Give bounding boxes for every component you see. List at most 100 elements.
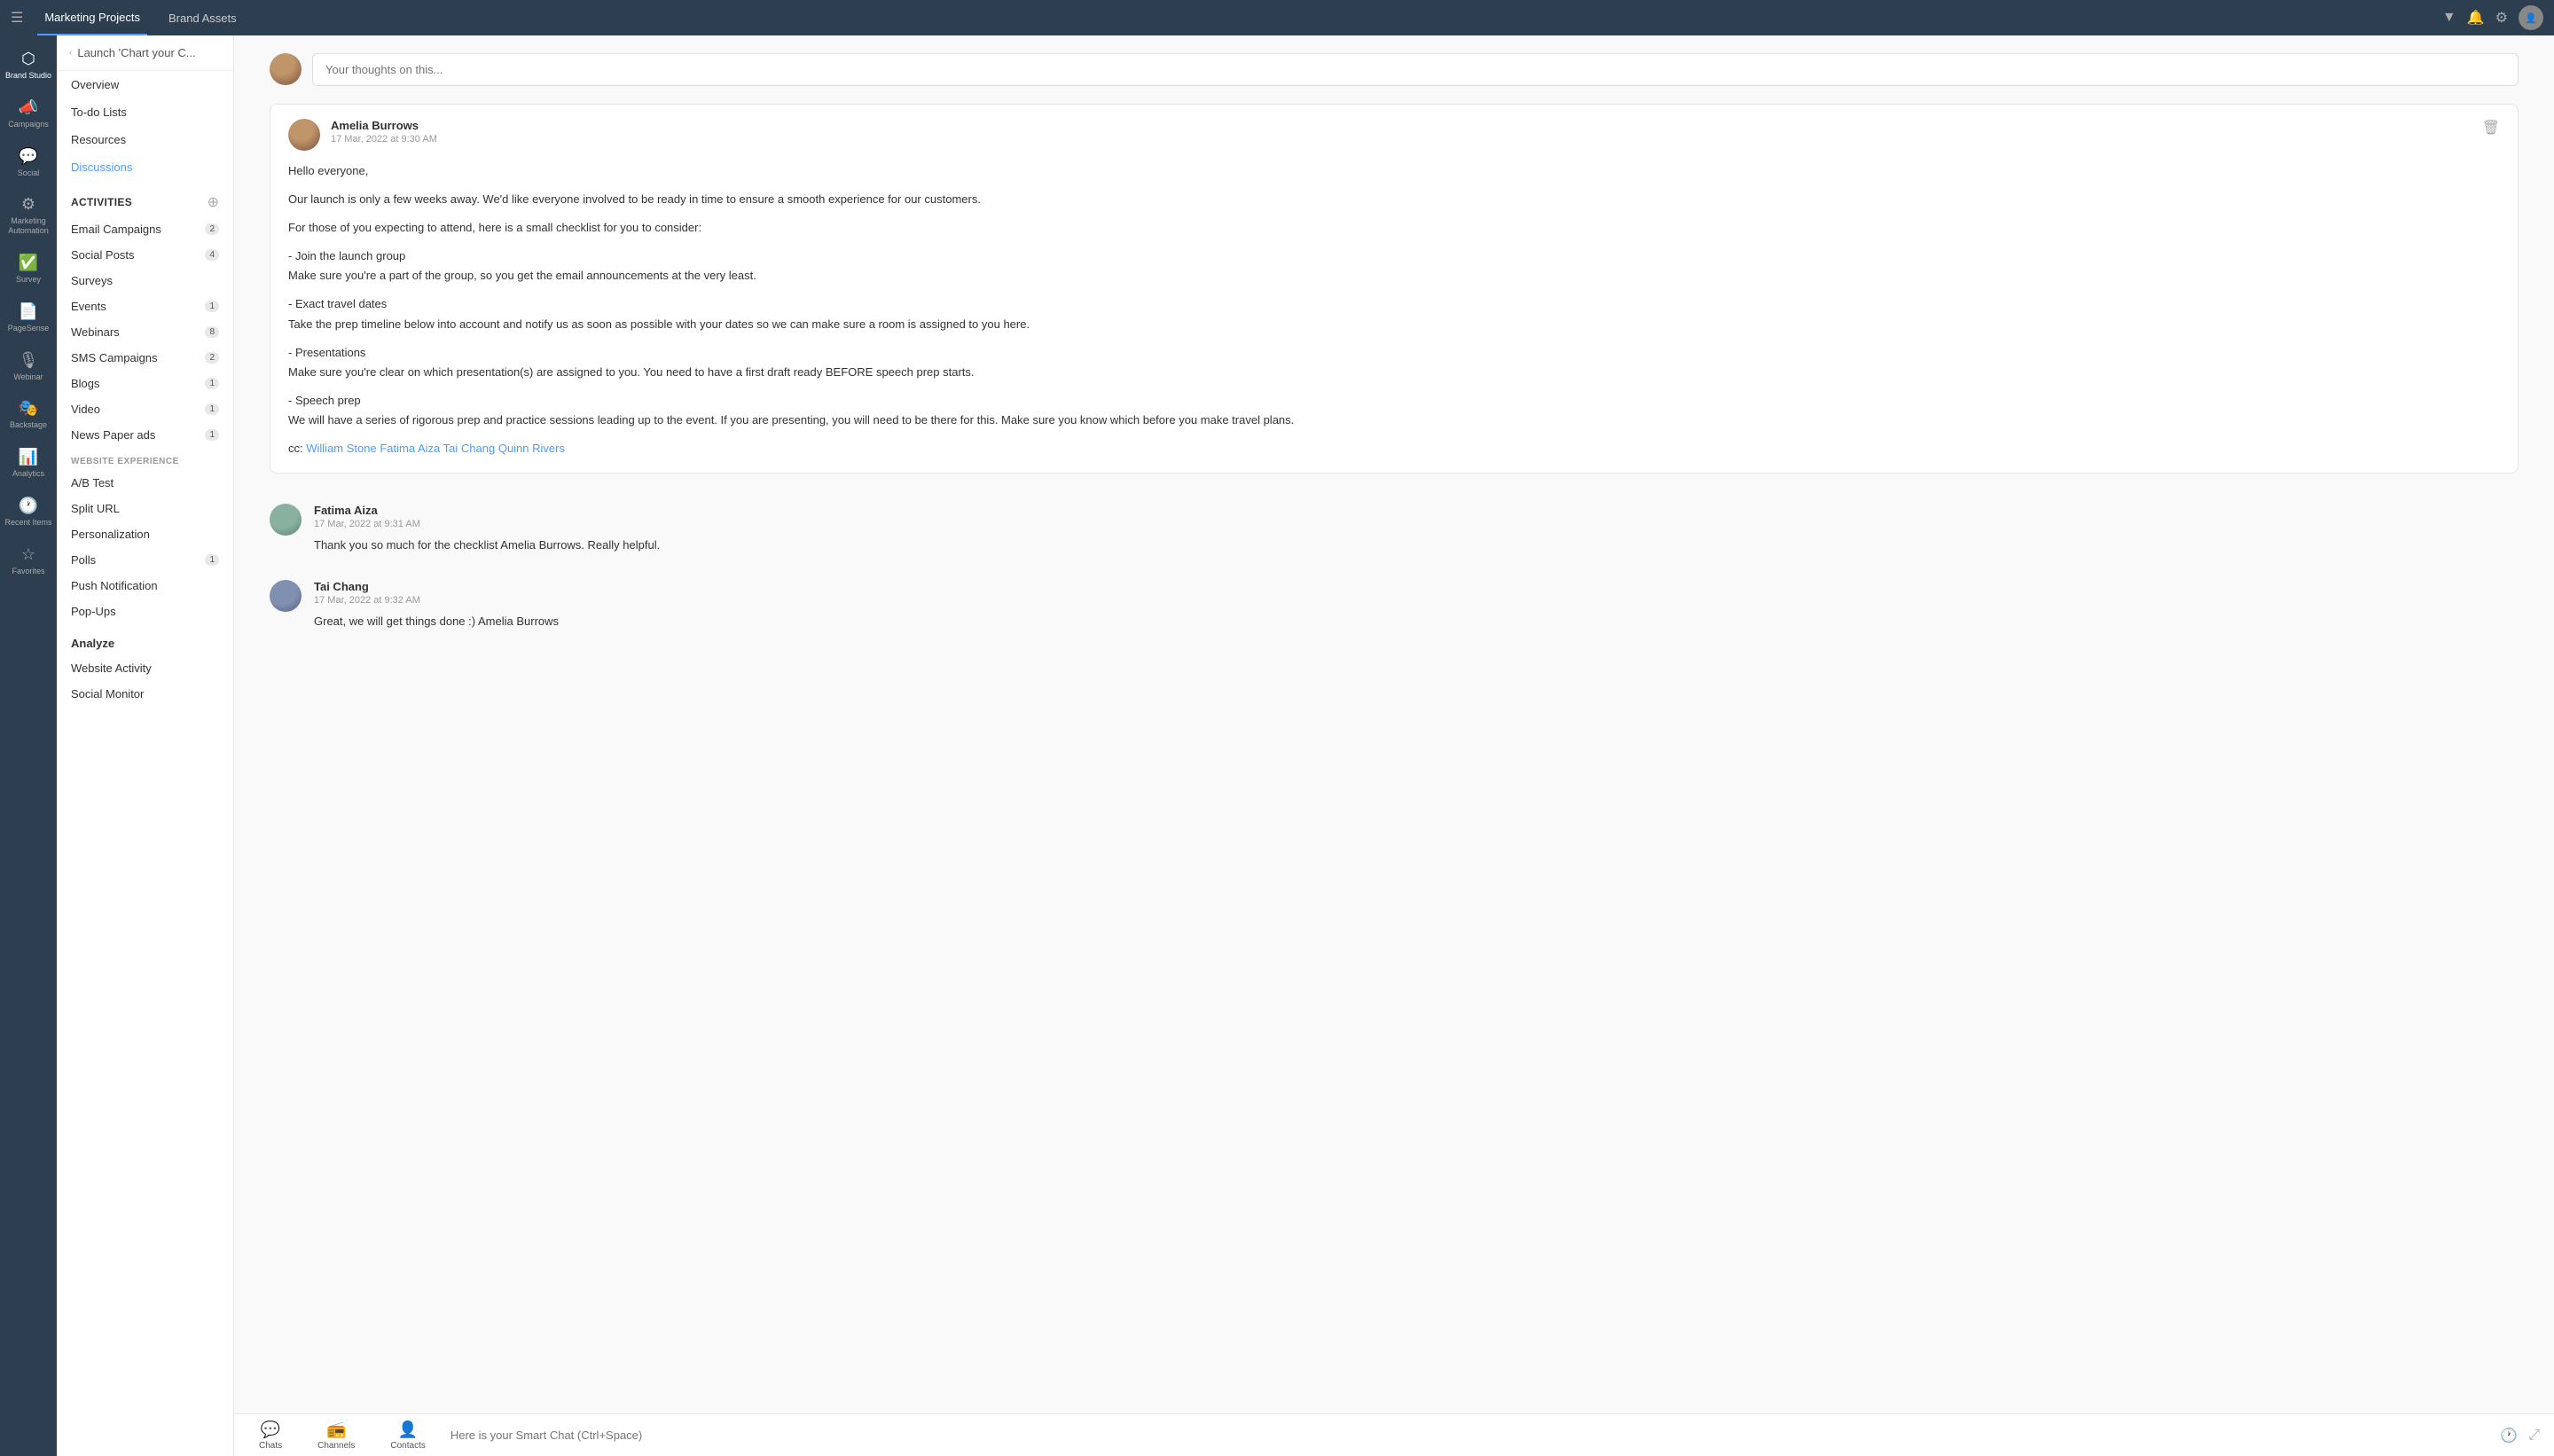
reply-text-prefix-2: Great, we will get things done :) (314, 614, 478, 628)
nav-personalization[interactable]: Personalization (57, 521, 233, 547)
channels-label: Channels (317, 1441, 355, 1451)
reply-author-2: Tai Chang (314, 580, 2519, 593)
nav-discussions[interactable]: Discussions (57, 153, 233, 181)
nav-webinars[interactable]: Webinars 8 (57, 319, 233, 345)
reply-text-suffix-1: . Really helpful. (581, 538, 660, 552)
bullet-text-1: Make sure you're a part of the group, so… (288, 266, 2500, 286)
nav-overview[interactable]: Overview (57, 71, 233, 98)
sidebar-item-label: Campaigns (8, 120, 49, 129)
nav-social-posts[interactable]: Social Posts 4 (57, 242, 233, 268)
nav-todo-lists[interactable]: To-do Lists (57, 98, 233, 126)
backstage-icon: 🎭 (19, 399, 38, 418)
comment-body: Hello everyone, Our launch is only a few… (288, 161, 2500, 458)
bullet-title-2: - Exact travel dates (288, 294, 2500, 314)
clock-icon[interactable]: 🕐 (2500, 1427, 2518, 1444)
nav-resources[interactable]: Resources (57, 126, 233, 153)
reply-time-1: 17 Mar, 2022 at 9:31 AM (314, 519, 2519, 529)
sidebar-item-label: Analytics (12, 469, 44, 479)
cc-link-tai[interactable]: Tai Chang (443, 442, 496, 455)
nav-email-campaigns[interactable]: Email Campaigns 2 (57, 216, 233, 242)
cc-link-quinn[interactable]: Quinn Rivers (498, 442, 565, 455)
settings-icon[interactable]: ⚙ (2495, 9, 2508, 27)
nav-push-notification[interactable]: Push Notification (57, 573, 233, 599)
survey-icon: ✅ (19, 254, 38, 272)
chats-icon: 💬 (261, 1421, 280, 1439)
nav-ab-test[interactable]: A/B Test (57, 470, 233, 496)
activities-section-header: Activities ⊕ (57, 181, 233, 216)
tab-brand-assets[interactable]: Brand Assets (161, 0, 244, 35)
webinar-icon: 🎙 (19, 351, 39, 370)
sidebar-item-label: Marketing Automation (4, 216, 53, 236)
delete-comment-icon[interactable]: 🗑 (2482, 119, 2500, 137)
notification-icon[interactable]: 🔔 (2467, 9, 2485, 27)
smart-chat-input[interactable] (450, 1429, 2486, 1442)
sidebar-item-analytics[interactable]: 📊 Analytics (0, 441, 57, 486)
nav-video[interactable]: Video 1 (57, 396, 233, 422)
nav-events[interactable]: Events 1 (57, 294, 233, 319)
content-area: Amelia Burrows 17 Mar, 2022 at 9:30 AM 🗑… (234, 35, 2554, 1456)
nav-newspaper-ads[interactable]: News Paper ads 1 (57, 422, 233, 448)
icon-sidebar: ⬡ Brand Studio 📣 Campaigns 💬 Social ⚙ Ma… (0, 35, 57, 1456)
comment-input[interactable] (312, 53, 2519, 86)
nav-pop-ups[interactable]: Pop-Ups (57, 599, 233, 624)
bottom-channels[interactable]: 📻 Channels (307, 1417, 365, 1454)
bottom-contacts[interactable]: 👤 Contacts (380, 1417, 435, 1454)
sidebar-item-webinar[interactable]: 🎙 Webinar (0, 344, 57, 389)
comment-line-1: Hello everyone, (288, 161, 2500, 181)
brand-studio-icon: ⬡ (21, 50, 35, 68)
sidebar-item-survey[interactable]: ✅ Survey (0, 247, 57, 292)
nav-split-url[interactable]: Split URL (57, 496, 233, 521)
sidebar-item-favorites[interactable]: ☆ Favorites (0, 538, 57, 583)
back-nav[interactable]: ‹ Launch 'Chart your C... (57, 35, 233, 71)
nav-website-activity[interactable]: Website Activity (57, 655, 233, 681)
expand-icon[interactable]: ⤢ (2528, 1428, 2540, 1444)
campaigns-icon: 📣 (19, 98, 38, 117)
sidebar-item-label: Favorites (12, 567, 44, 576)
current-user-avatar (270, 53, 302, 85)
reply-link-2[interactable]: Amelia Burrows (478, 614, 559, 628)
sidebar-item-social[interactable]: 💬 Social (0, 140, 57, 185)
comment-line-3: For those of you expecting to attend, he… (288, 218, 2500, 238)
favorites-icon: ☆ (21, 545, 35, 564)
reply-avatar-tai (270, 580, 302, 612)
user-avatar[interactable]: 👤 (2519, 5, 2543, 30)
comment-timestamp: 17 Mar, 2022 at 9:30 AM (331, 134, 2472, 145)
nav-blogs[interactable]: Blogs 1 (57, 371, 233, 396)
sidebar-item-label: Backstage (10, 420, 47, 430)
nav-polls[interactable]: Polls 1 (57, 547, 233, 573)
sidebar-item-label: Social (18, 168, 40, 178)
hamburger-icon[interactable]: ☰ (11, 9, 23, 27)
reply-link-1[interactable]: Amelia Burrows (500, 538, 581, 552)
bullet-title-1: - Join the launch group (288, 247, 2500, 266)
sidebar-item-pagesense[interactable]: 📄 PageSense (0, 295, 57, 341)
sidebar-item-label: Recent Items (4, 518, 51, 528)
nav-social-monitor[interactable]: Social Monitor (57, 681, 233, 707)
bottom-chats[interactable]: 💬 Chats (248, 1417, 293, 1454)
comment-header: Amelia Burrows 17 Mar, 2022 at 9:30 AM 🗑 (288, 119, 2500, 151)
sidebar-item-backstage[interactable]: 🎭 Backstage (0, 392, 57, 437)
website-experience-section-title: WEBSITE EXPERIENCE (57, 448, 233, 470)
bottom-bar-right-icons: 🕐 ⤢ (2500, 1427, 2540, 1444)
bullet-1: - Join the launch group Make sure you're… (288, 247, 2500, 286)
reply-avatar-fatima (270, 504, 302, 536)
tab-marketing-projects[interactable]: Marketing Projects (37, 0, 147, 35)
cc-link-william[interactable]: William Stone (306, 442, 376, 455)
sidebar-item-marketing-automation[interactable]: ⚙ Marketing Automation (0, 188, 57, 243)
dropdown-icon[interactable]: ▼ (2442, 10, 2456, 26)
comment-card-1: Amelia Burrows 17 Mar, 2022 at 9:30 AM 🗑… (270, 104, 2519, 474)
sidebar-item-recent-items[interactable]: 🕐 Recent Items (0, 489, 57, 535)
bullet-title-4: - Speech prep (288, 391, 2500, 411)
bullet-text-2: Take the prep timeline below into accoun… (288, 315, 2500, 334)
comment-author-avatar (288, 119, 320, 151)
cc-label: cc: (288, 442, 303, 455)
contacts-label: Contacts (390, 1441, 425, 1451)
comment-input-row (270, 53, 2519, 86)
sidebar-item-campaigns[interactable]: 📣 Campaigns (0, 91, 57, 137)
comment-meta: Amelia Burrows 17 Mar, 2022 at 9:30 AM (331, 119, 2472, 145)
add-activity-icon[interactable]: ⊕ (208, 193, 219, 211)
nav-surveys[interactable]: Surveys (57, 268, 233, 294)
comment-line-2: Our launch is only a few weeks away. We'… (288, 190, 2500, 209)
cc-link-fatima[interactable]: Fatima Aiza (380, 442, 440, 455)
nav-sms-campaigns[interactable]: SMS Campaigns 2 (57, 345, 233, 371)
sidebar-item-brand-studio[interactable]: ⬡ Brand Studio (0, 43, 57, 88)
